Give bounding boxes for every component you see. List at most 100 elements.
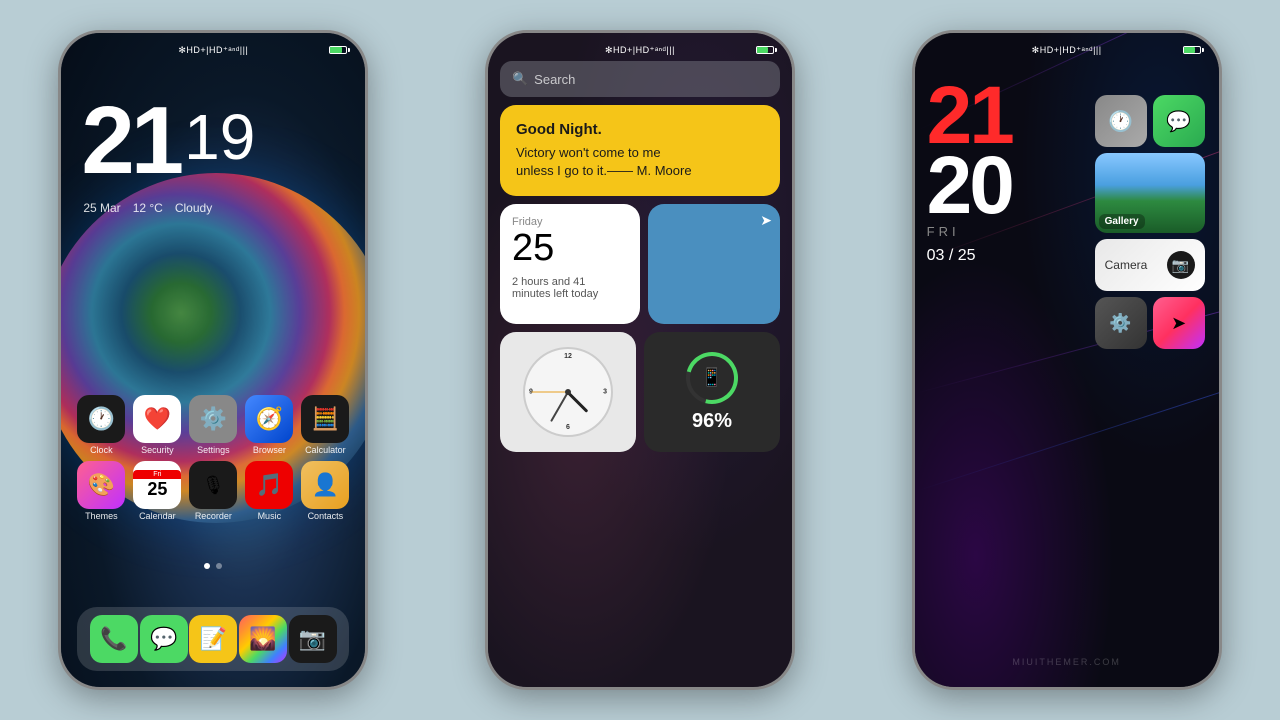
- contacts-label: Contacts: [308, 511, 344, 521]
- quote-text: Victory won't come to meunless I go to i…: [516, 144, 764, 180]
- gallery-section: Gallery: [1095, 153, 1207, 233]
- app-grid: 🕐 Clock ❤️ Security ⚙️ Settings 🧭 Browse…: [61, 395, 365, 527]
- calculator-icon: 🧮: [301, 395, 349, 443]
- status-bar-1: ✻HD+|HD⁺ᵃⁿᵈ|||: [61, 39, 365, 61]
- right-spacer: [1095, 61, 1207, 89]
- recorder-icon: 🎙: [189, 461, 237, 509]
- app-row-2: 🎨 Themes Fri 25 Calendar 🎙 Recorder 🎵 Mu…: [73, 461, 353, 521]
- battery-fill-2: [757, 47, 768, 53]
- phone3-right: 🕐 💬 Gallery Camera 📷 ⚙️ ➤: [1095, 61, 1207, 675]
- app-recorder[interactable]: 🎙 Recorder: [189, 461, 237, 521]
- app-clock[interactable]: 🕐 Clock: [77, 395, 125, 455]
- battery-fill-3: [1184, 47, 1195, 53]
- app-security[interactable]: ❤️ Security: [133, 395, 181, 455]
- gallery-widget[interactable]: Gallery: [1095, 153, 1205, 233]
- battery-ring: 📱: [686, 352, 738, 404]
- dot-1: [204, 563, 210, 569]
- app-calendar[interactable]: Fri 25 Calendar: [133, 461, 181, 521]
- phone3-left: 21 20 FRI 03 / 25: [927, 61, 1087, 675]
- battery-widget: 📱 96%: [644, 332, 780, 452]
- dot-2: [216, 563, 222, 569]
- camera-lens-icon: 📷: [1167, 251, 1195, 279]
- phone3-settings[interactable]: ⚙️: [1095, 297, 1147, 349]
- phone-3: ✻HD+|HD⁺ᵃⁿᵈ||| 21 20 FRI 03 / 25 🕐 💬: [912, 30, 1222, 690]
- calendar-label: Calendar: [139, 511, 176, 521]
- phone3-clock[interactable]: 🕐: [1095, 95, 1147, 147]
- contacts-icon: 👤: [301, 461, 349, 509]
- temp-text: 12 °C: [133, 201, 163, 215]
- dock-notes[interactable]: 📝: [189, 615, 237, 663]
- minute-hand: [550, 392, 569, 422]
- phone-icon: 📞: [90, 615, 138, 663]
- search-bar[interactable]: 🔍 Search: [500, 61, 780, 97]
- music-icon: 🎵: [245, 461, 293, 509]
- phone3-minute: 20: [927, 151, 1087, 221]
- blue-widget: ➤: [648, 204, 780, 324]
- music-label: Music: [258, 511, 282, 521]
- security-label: Security: [141, 445, 174, 455]
- app-row-1: 🕐 Clock ❤️ Security ⚙️ Settings 🧭 Browse…: [73, 395, 353, 455]
- minute-display: 19: [184, 105, 255, 169]
- phone-1: ✻HD+|HD⁺ᵃⁿᵈ||| 21 19 25 Mar 12 °C Cloudy…: [58, 30, 368, 690]
- clock-widget: 12 3 6 9: [500, 332, 636, 452]
- phone1-time-display: 21 19: [81, 93, 255, 189]
- clock-label: Clock: [90, 445, 113, 455]
- date-text: 25 Mar: [83, 201, 120, 215]
- time-section: 21 20 FRI 03 / 25: [927, 81, 1087, 265]
- browser-label: Browser: [253, 445, 286, 455]
- clock-num-6: 6: [566, 424, 570, 431]
- clock-num-3: 3: [603, 389, 607, 396]
- status-bar-text: ✻HD+|HD⁺ᵃⁿᵈ|||: [178, 45, 248, 56]
- app-settings[interactable]: ⚙️ Settings: [189, 395, 237, 455]
- battery-indicator-3: [1183, 46, 1201, 54]
- quote-widget: Good Night. Victory won't come to meunle…: [500, 105, 780, 196]
- analog-clock: 12 3 6 9: [523, 347, 613, 437]
- watermark: MIUITHEMER.COM: [915, 657, 1219, 667]
- weather-text: Cloudy: [175, 201, 212, 215]
- themes-label: Themes: [85, 511, 118, 521]
- cal-date: 25: [512, 228, 628, 270]
- dock-phone[interactable]: 📞: [90, 615, 138, 663]
- calendar-icon: Fri 25: [133, 461, 181, 509]
- dock-messages[interactable]: 💬: [140, 615, 188, 663]
- status-bar-text-2: ✻HD+|HD⁺ᵃⁿᵈ|||: [605, 45, 675, 56]
- battery-fill: [330, 47, 341, 53]
- app-browser[interactable]: 🧭 Browser: [245, 395, 293, 455]
- themes-icon: 🎨: [77, 461, 125, 509]
- dock-camera[interactable]: 📷: [289, 615, 337, 663]
- messages-icon: 💬: [140, 615, 188, 663]
- calculator-label: Calculator: [305, 445, 346, 455]
- app-themes[interactable]: 🎨 Themes: [77, 461, 125, 521]
- search-icon: 🔍: [512, 71, 528, 87]
- dock: 📞 💬 📝 🌄 📷: [77, 607, 349, 671]
- dock-photos[interactable]: 🌄: [239, 615, 287, 663]
- cal-time-left: 2 hours and 41minutes left today: [512, 276, 628, 300]
- phone3-chat[interactable]: 💬: [1153, 95, 1205, 147]
- app-music[interactable]: 🎵 Music: [245, 461, 293, 521]
- settings-label: Settings: [197, 445, 230, 455]
- app-contacts[interactable]: 👤 Contacts: [301, 461, 349, 521]
- battery-indicator-2: [756, 46, 774, 54]
- quote-title: Good Night.: [516, 121, 764, 138]
- phone3-themes[interactable]: ➤: [1153, 297, 1205, 349]
- notes-icon: 📝: [189, 615, 237, 663]
- status-bar-2: ✻HD+|HD⁺ᵃⁿᵈ|||: [488, 39, 792, 61]
- battery-percent: 96%: [692, 410, 732, 433]
- clock-icon: 🕐: [77, 395, 125, 443]
- phone3-row1: 🕐 💬: [1095, 95, 1207, 147]
- recorder-label: Recorder: [195, 511, 232, 521]
- page-dots: [61, 563, 365, 569]
- app-calculator[interactable]: 🧮 Calculator: [301, 395, 349, 455]
- camera-label: Camera: [1105, 258, 1148, 272]
- status-bar-3: ✻HD+|HD⁺ᵃⁿᵈ|||: [915, 39, 1219, 61]
- second-hand: [532, 392, 568, 393]
- phone3-monthdate: 03 / 25: [927, 247, 1087, 265]
- widget-row-1: Friday 25 2 hours and 41minutes left tod…: [500, 204, 780, 324]
- camera-icon: 📷: [289, 615, 337, 663]
- security-icon: ❤️: [133, 395, 181, 443]
- phone-2: ✻HD+|HD⁺ᵃⁿᵈ||| 🔍 Search Good Night. Vict…: [485, 30, 795, 690]
- battery-ring-fill: [676, 342, 747, 413]
- calendar-widget: Friday 25 2 hours and 41minutes left tod…: [500, 204, 640, 324]
- hour-hand: [567, 391, 589, 413]
- camera-widget[interactable]: Camera 📷: [1095, 239, 1205, 291]
